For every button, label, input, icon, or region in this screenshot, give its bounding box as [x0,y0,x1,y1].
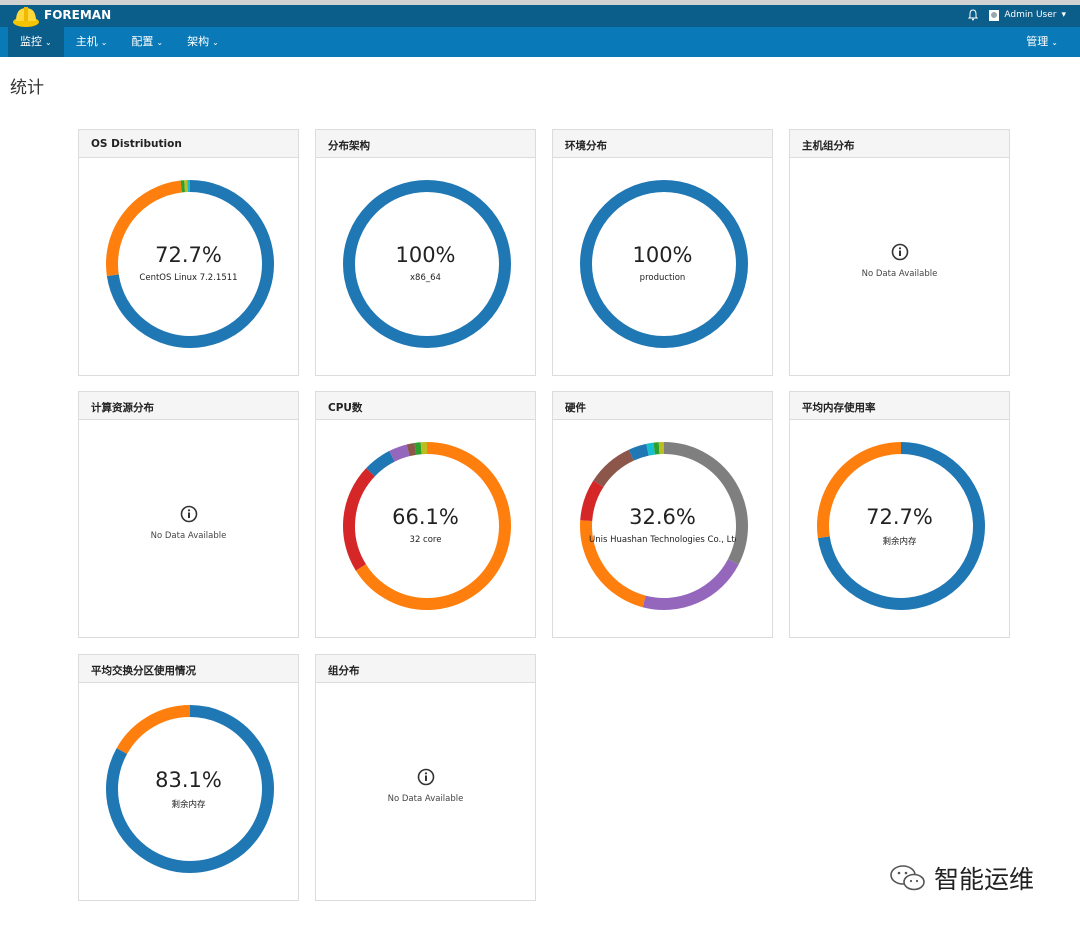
nav-monitor[interactable]: 监控 ⌄ [8,27,64,57]
card-body: 83.1% 剩余内存 [79,684,298,900]
card-body: 66.1% 32 core [316,421,535,637]
chevron-down-icon: ⌄ [212,38,219,47]
card-body: 100% x86_64 [316,159,535,375]
card-cpu: CPU数 66.1% 32 core [315,391,536,638]
nav-admin-label: 管理 [1026,35,1049,48]
user-menu[interactable]: Admin User [1004,10,1056,20]
card-group: 组分布 No Data Available [315,654,536,901]
nav-hosts-label: 主机 [75,35,98,48]
no-data-text: No Data Available [387,794,464,804]
donut-percent: 72.7% [866,505,933,529]
donut-label: production [639,273,686,283]
donut-percent: 100% [395,243,456,267]
chevron-down-icon: ⌄ [100,38,108,47]
nav-configure-label: 配置 [131,35,154,48]
no-data-text: No Data Available [861,269,938,279]
nav-infrastructure[interactable]: 架构 ⌄ [175,27,231,57]
nav-hosts[interactable]: 主机 ⌄ [64,27,120,57]
donut-slice-5[interactable] [628,443,649,461]
donut-percent: 32.6% [629,505,696,529]
watermark-text: 智能运维 [934,865,1035,894]
donut-slice-3[interactable] [389,444,410,462]
wechat-icon [890,865,925,891]
nav-admin[interactable]: 管理 ⌄ [1014,27,1070,57]
card-title: 组分布 [316,655,535,683]
card-title: 计算资源分布 [79,392,298,420]
notification-bell-icon[interactable] [967,9,979,21]
card-body: No Data Available [316,684,535,900]
info-icon [417,768,435,786]
user-avatar-icon [989,9,1000,21]
watermark: 智能运维 [888,860,1034,896]
user-caret-icon[interactable]: ▾ [1061,10,1066,20]
donut-label: 剩余内存 [171,800,206,810]
donut-slice-1[interactable] [642,558,739,610]
app-header: FOREMAN Admin User ▾ [0,5,1080,27]
card-title: 环境分布 [553,130,772,158]
donut-label: x86_64 [410,273,441,283]
card-hostgroup: 主机组分布 No Data Available [789,129,1010,376]
card-hardware: 硬件 32.6% Unis Huashan Technologies Co., … [552,391,773,638]
card-body: 100% production [553,159,772,375]
card-memory-usage: 平均内存使用率 72.7% 剩余内存 [789,391,1010,638]
card-title: 硬件 [553,392,772,420]
donut-slice-4[interactable] [593,449,634,488]
page-title: 统计 [10,78,44,98]
donut-label: 32 core [409,535,442,545]
foreman-helmet-icon[interactable] [12,5,40,29]
donut-percent: 72.7% [155,243,222,267]
nav-configure[interactable]: 配置 ⌄ [119,27,175,57]
nav-monitor-label: 监控 [20,35,42,48]
card-os-distribution: OS Distribution 72.7% CentOS Linux 7.2.1… [78,129,299,376]
donut-percent: 83.1% [155,768,222,792]
info-icon [891,243,909,261]
nav-infrastructure-label: 架构 [187,35,210,48]
card-body: 72.7% CentOS Linux 7.2.1511 [79,159,298,375]
donut-percent: 100% [632,243,693,267]
no-data-text: No Data Available [150,531,227,541]
donut-percent: 66.1% [392,505,459,529]
donut-slice-5[interactable] [414,442,422,455]
donut-slice-4[interactable] [406,442,417,457]
chevron-down-icon: ⌄ [1051,38,1058,47]
donut-label: 剩余内存 [882,537,917,547]
donut-slice-2[interactable] [366,450,395,477]
card-environment: 环境分布 100% production [552,129,773,376]
card-body: No Data Available [79,421,298,637]
card-title: CPU数 [316,392,535,420]
donut-slice-6[interactable] [646,442,656,456]
info-icon [180,505,198,523]
card-title: 分布架构 [316,130,535,158]
main-nav: 监控 ⌄ 主机 ⌄ 配置 ⌄ 架构 ⌄ 管理 ⌄ [0,27,1080,57]
card-body: No Data Available [790,159,1009,375]
donut-label: CentOS Linux 7.2.1511 [139,273,238,283]
donut-slice-1[interactable] [116,705,191,755]
card-architecture: 分布架构 100% x86_64 [315,129,536,376]
donut-label: Unis Huashan Technologies Co., Ltd. [589,535,736,545]
card-title: 平均内存使用率 [790,392,1009,420]
card-compute-resource: 计算资源分布 No Data Available [78,391,299,638]
donut-slice-2[interactable] [580,520,646,608]
card-title: OS Distribution [79,130,298,158]
chevron-down-icon: ⌄ [156,38,164,47]
header-right: Admin User ▾ [967,9,1066,21]
card-swap-usage: 平均交换分区使用情况 83.1% 剩余内存 [78,654,299,901]
card-body: 32.6% Unis Huashan Technologies Co., Ltd… [553,421,772,637]
brand-name[interactable]: FOREMAN [44,8,111,22]
chevron-down-icon: ⌄ [45,38,52,47]
card-title: 平均交换分区使用情况 [79,655,298,683]
card-body: 72.7% 剩余内存 [790,421,1009,637]
card-title: 主机组分布 [790,130,1009,158]
